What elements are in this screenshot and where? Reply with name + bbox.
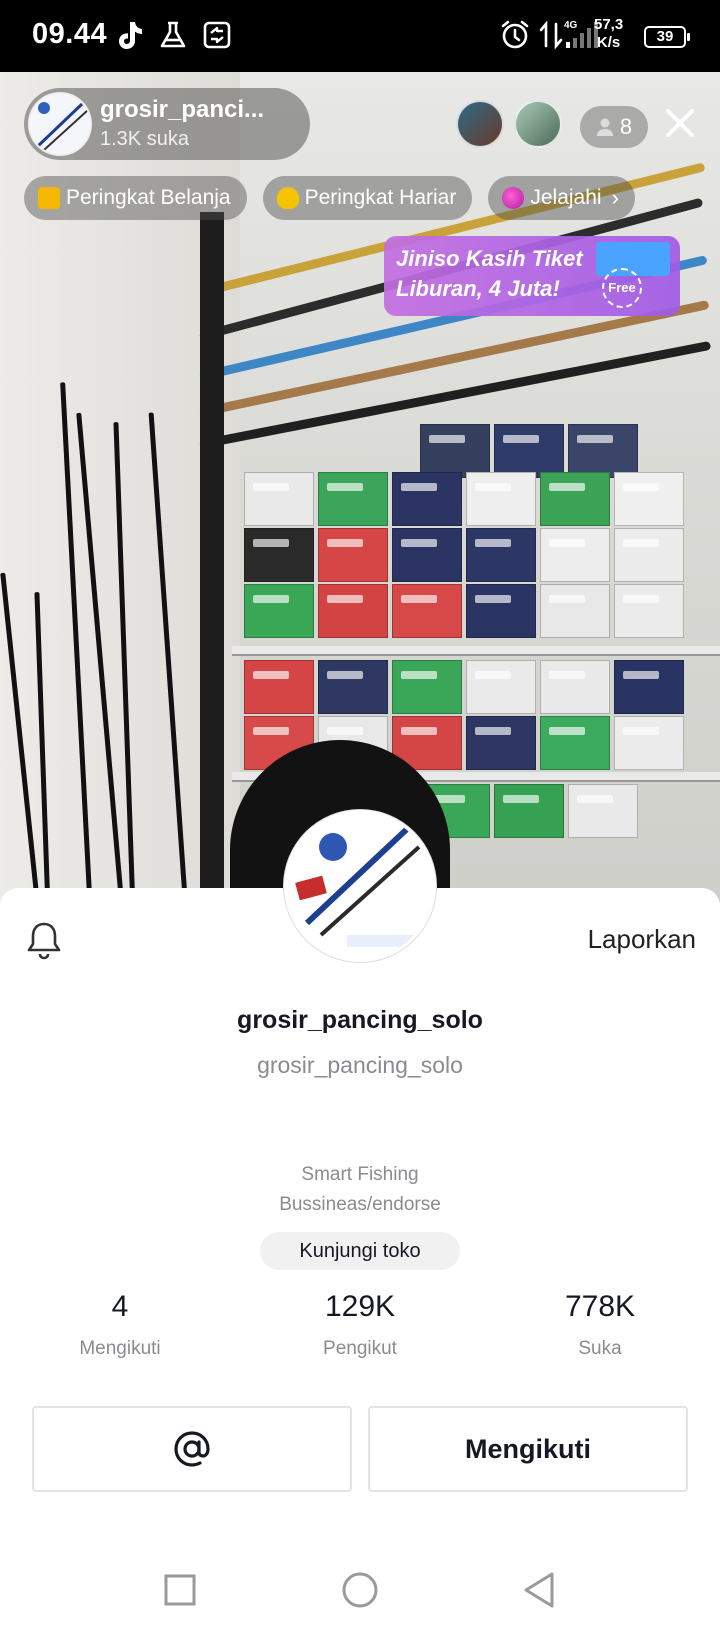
alarm-icon [501,20,529,49]
hand-icon [276,187,299,209]
video-box-row [420,784,638,838]
stat-likes[interactable]: 778K Suka [500,1290,700,1360]
stat-value: 129K [324,1290,396,1323]
stat-value: 4 [111,1290,129,1323]
bio-line: Bussineas/endorse [279,1194,441,1215]
profile-display-name: grosir_pancing_solo [237,1006,483,1034]
viewer-count: 8 [619,114,633,139]
video-box-row [420,424,638,478]
video-box-row [244,660,684,714]
flask-icon [160,21,186,48]
tiktok-icon [119,22,142,49]
profile-stats: 4 Mengikuti 129K Pengikut 778K Suka [0,1290,720,1370]
close-icon[interactable] [660,103,700,143]
stat-label: Mengikuti [79,1338,161,1359]
video-box-row [244,584,684,638]
status-bar: 09.44 4G 57,3 K/s 39 [0,0,720,72]
host-likes: 1.3K suka [100,128,189,150]
chip-explore[interactable]: Jelajahi › [488,176,635,220]
recent-apps-icon[interactable] [160,1570,200,1610]
video-box-row [244,472,684,526]
system-nav-bar [0,1540,720,1640]
at-sign-icon [174,1431,210,1467]
chip-label: Jelajahi [530,186,602,209]
shopping-bag-icon [38,187,60,209]
report-button[interactable]: Laporkan [588,924,696,955]
video-shelf [232,646,720,656]
promo-banner[interactable]: Jiniso Kasih Tiket Liburan, 4 Juta! Free [384,236,680,316]
stat-followers[interactable]: 129K Pengikut [260,1290,460,1360]
battery-indicator: 39 [644,26,690,48]
viewer-avatar[interactable] [514,100,562,148]
fishing-rod-logo-icon [30,94,90,154]
bell-icon[interactable] [26,920,62,960]
home-icon[interactable] [340,1570,380,1610]
profile-username: grosir_pancing_solo [257,1052,463,1078]
bio-line: Smart Fishing [301,1164,419,1185]
viewer-count-badge[interactable]: 8 [580,106,648,148]
status-time: 09.44 [32,18,108,50]
promo-free-badge: Free [602,268,642,308]
host-avatar[interactable] [28,92,92,156]
speed-unit: K/s [596,34,621,51]
sync-icon [203,21,231,49]
following-button[interactable]: Mengikuti [368,1406,688,1492]
network-speed: 57,3 K/s [594,16,623,52]
host-name: grosir_panci... [100,96,265,123]
profile-bio: Smart Fishing Bussineas/endorse [0,1160,720,1220]
viewer-avatar[interactable] [456,100,504,148]
fishing-rod-logo-icon [287,813,433,959]
person-icon [596,118,613,136]
speed-value: 57,3 [594,16,624,33]
chip-label: Peringkat Belanja [66,186,231,209]
stat-label: Suka [578,1338,622,1359]
svg-text:4G: 4G [564,20,578,31]
chip-label: Peringkat Hariar [304,186,457,209]
live-chips: Peringkat Belanja Peringkat Hariar Jelaj… [24,176,635,220]
planet-icon [502,187,525,209]
video-rack [200,212,224,912]
video-box-row [244,528,684,582]
chip-shopping-rank[interactable]: Peringkat Belanja [24,176,247,220]
back-icon[interactable] [520,1570,560,1610]
visit-shop-button[interactable]: Kunjungi toko [260,1232,460,1270]
stat-label: Pengikut [323,1338,397,1359]
stat-value: 778K [564,1290,636,1323]
host-info-pill[interactable]: grosir_panci... 1.3K suka [24,88,310,160]
profile-avatar[interactable] [284,810,436,962]
chevron-right-icon: › [611,185,619,210]
stat-following[interactable]: 4 Mengikuti [20,1290,220,1360]
chip-daily-rank[interactable]: Peringkat Hariar [262,176,473,220]
mention-button[interactable] [32,1406,352,1492]
